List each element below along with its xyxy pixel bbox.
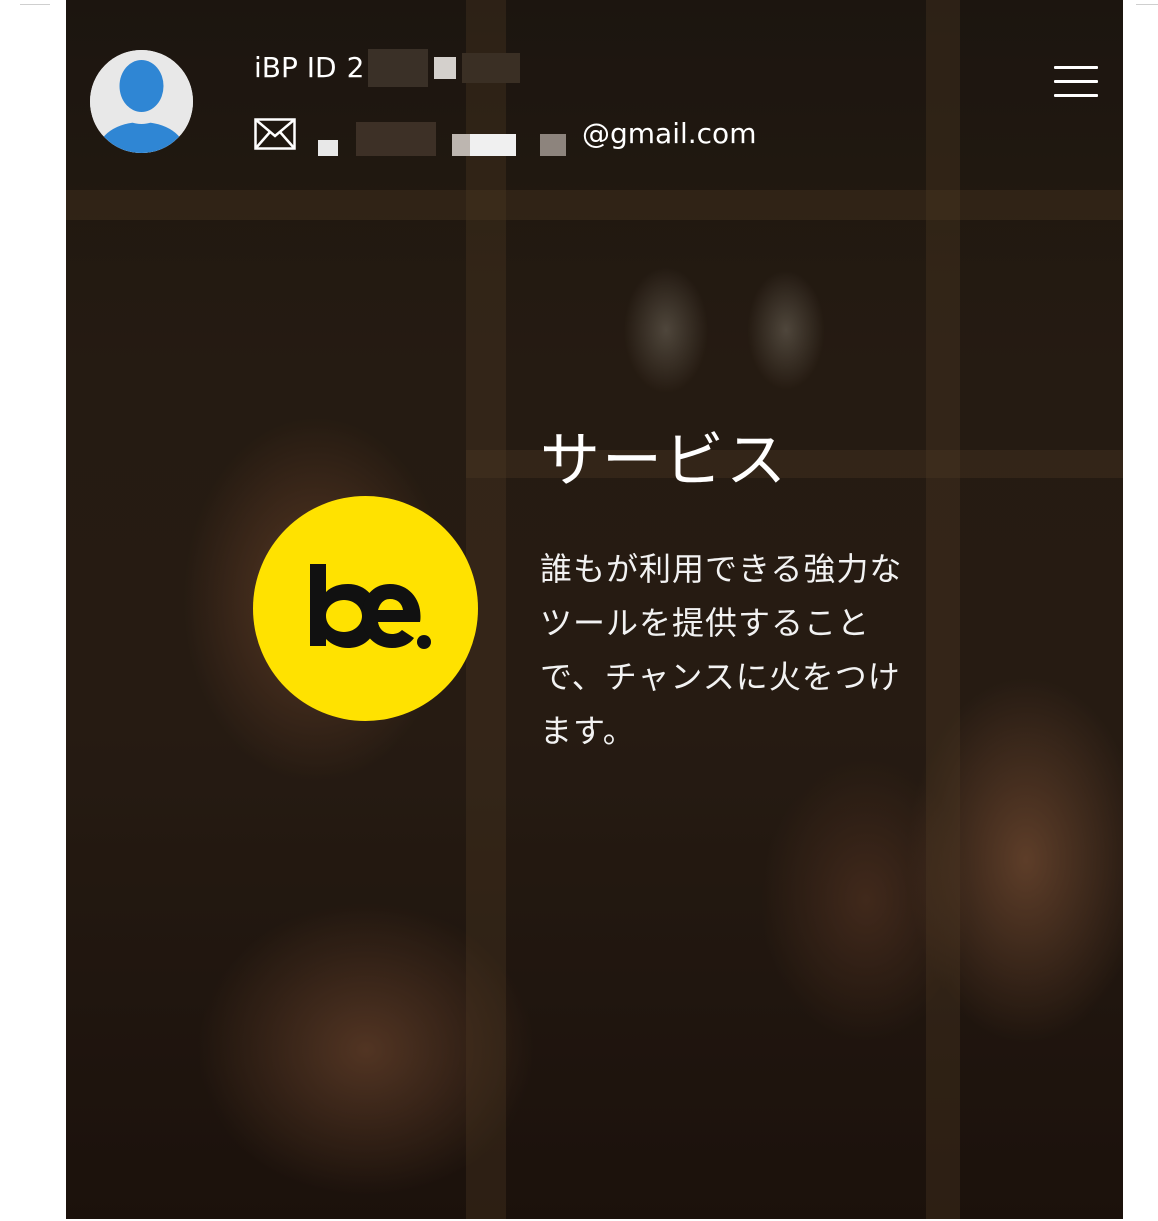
- user-email-domain: @gmail.com: [582, 117, 757, 150]
- redacted-id-block: [434, 57, 457, 79]
- be-logo-mark: [309, 563, 431, 649]
- user-avatar-icon[interactable]: [90, 50, 193, 153]
- service-description-line: ツールを提供すること: [540, 604, 871, 642]
- user-email-row: @gmail.com: [254, 112, 756, 156]
- be-logo: [253, 496, 478, 721]
- service-title: サービス: [540, 426, 788, 496]
- envelope-icon: [254, 118, 296, 150]
- service-description: 誰もが利用できる強力な ツールを提供すること で、チャンスに火をつけ ます。: [540, 542, 950, 758]
- service-description-line: 誰もが利用できる強力な: [540, 550, 903, 588]
- service-hero-screen: iBP ID 2 @gmail.com サービス 誰もが利用できる強力な ツール…: [66, 0, 1123, 1219]
- service-description-line: で、チャンスに火をつけ: [540, 658, 901, 696]
- right-edge-line: [1136, 4, 1158, 5]
- redacted-email-block: [318, 112, 570, 156]
- user-id-value: 2: [346, 51, 365, 84]
- service-description-line: ます。: [540, 712, 636, 750]
- redacted-id-block: [462, 53, 521, 83]
- user-id-row: iBP ID 2: [254, 48, 521, 88]
- user-id-label: iBP ID: [254, 51, 337, 84]
- hamburger-menu-icon[interactable]: [1054, 66, 1098, 100]
- left-edge-line: [20, 4, 50, 5]
- redacted-id-block: [368, 49, 429, 87]
